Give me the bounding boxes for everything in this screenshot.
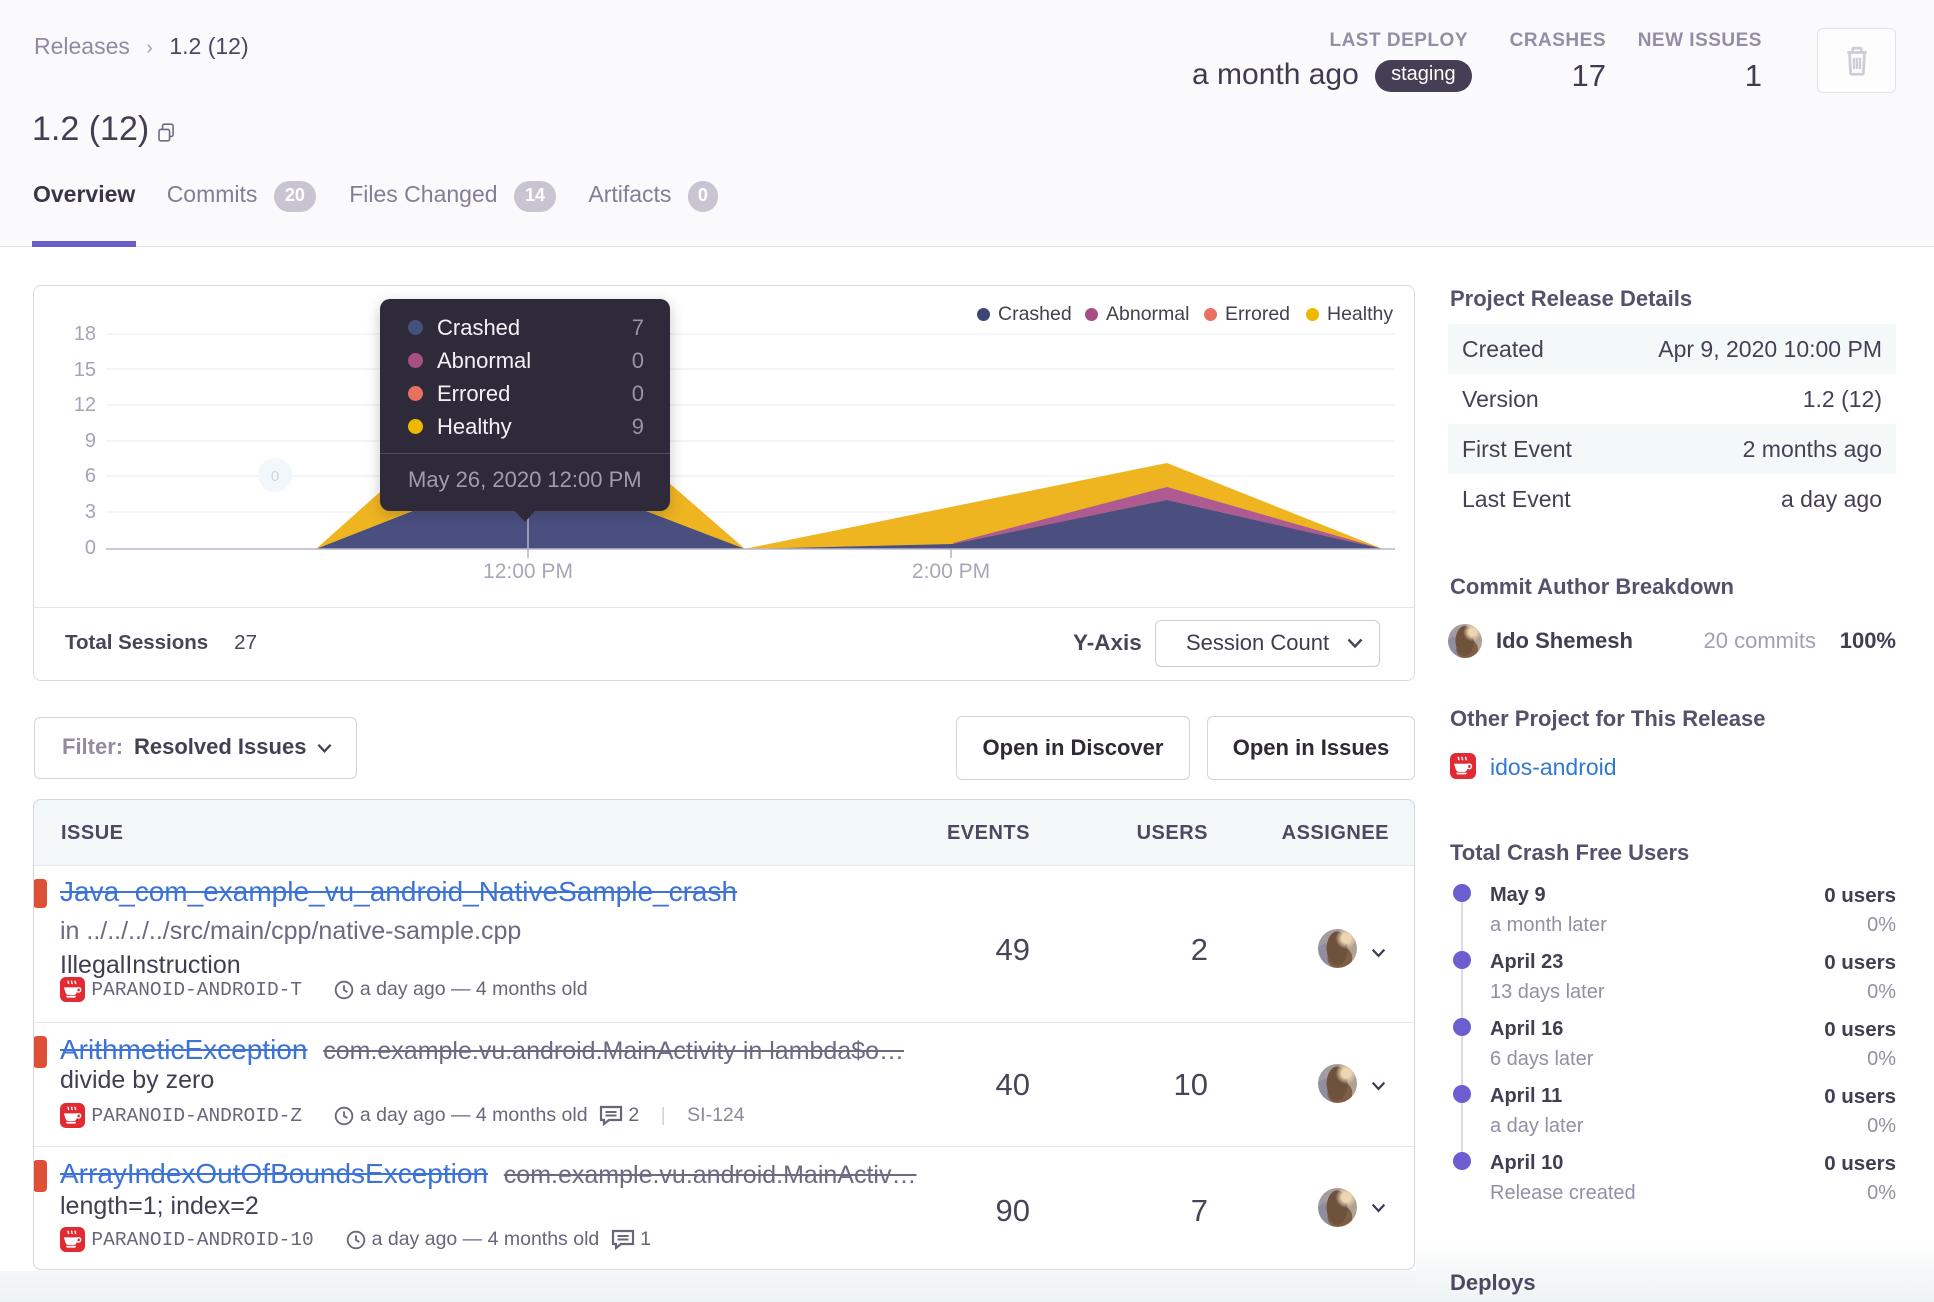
- svg-text:0: 0: [271, 468, 279, 485]
